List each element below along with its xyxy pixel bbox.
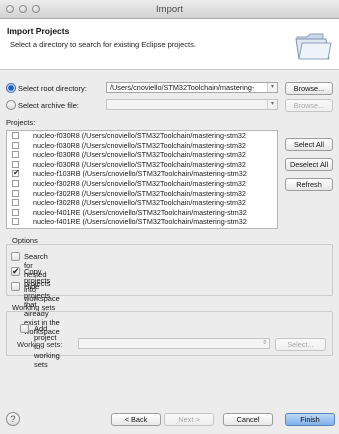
working-sets-combo[interactable]: ⇕ <box>78 338 270 349</box>
project-list-item[interactable]: nucleo-f030R8 (/Users/cnoviello/STM32Too… <box>7 131 277 141</box>
options-group: Search for nested projects Copy projects… <box>6 244 333 336</box>
projects-label: Projects: <box>6 118 36 127</box>
project-list-item[interactable]: nucleo-f302R8 (/Users/cnoviello/STM32Too… <box>7 198 277 208</box>
deselect-all-button[interactable]: Deselect All <box>285 158 333 171</box>
project-checkbox[interactable] <box>12 199 19 207</box>
folder-icon <box>295 33 332 60</box>
next-button[interactable]: Next > <box>164 413 214 426</box>
hide-existing-checkbox[interactable] <box>11 282 20 291</box>
select-all-button[interactable]: Select All <box>285 138 333 151</box>
projects-list[interactable]: nucleo-f030R8 (/Users/cnoviello/STM32Too… <box>6 130 278 229</box>
project-list-item[interactable]: nucleo-f401RE (/Users/cnoviello/STM32Too… <box>7 217 277 227</box>
root-directory-value: /Users/cnoviello/STM32Toolchain/masterin… <box>110 83 255 92</box>
project-label: nucleo-f030R8 (/Users/cnoviello/STM32Too… <box>33 150 246 160</box>
dropdown-arrow-icon[interactable]: ▾ <box>267 100 277 109</box>
working-sets-label: Working sets: <box>17 340 63 349</box>
root-directory-combo[interactable]: /Users/cnoviello/STM32Toolchain/masterin… <box>106 82 278 93</box>
project-checkbox[interactable] <box>12 151 19 159</box>
project-label: nucleo-f401RE (/Users/cnoviello/STM32Too… <box>33 207 247 217</box>
project-checkbox[interactable] <box>12 168 20 178</box>
cancel-button[interactable]: Cancel <box>223 413 273 426</box>
archive-file-label: Select archive file: <box>18 101 79 110</box>
project-list-item[interactable]: nucleo-f401RE (/Users/cnoviello/STM32Too… <box>7 208 277 218</box>
browse-directory-button[interactable]: Browse... <box>285 82 333 95</box>
project-label: nucleo-f030R8 (/Users/cnoviello/STM32Too… <box>33 131 246 140</box>
project-checkbox[interactable] <box>12 208 19 216</box>
browse-archive-button[interactable]: Browse... <box>285 99 333 112</box>
project-checkbox[interactable] <box>12 160 19 168</box>
finish-button[interactable]: Finish <box>285 413 335 426</box>
project-list-item[interactable]: nucleo-f030R8 (/Users/cnoviello/STM32Too… <box>7 150 277 160</box>
back-button[interactable]: < Back <box>111 413 161 426</box>
archive-file-radio[interactable] <box>6 100 16 110</box>
project-list-item[interactable]: nucleo-f030R8 (/Users/cnoviello/STM32Too… <box>7 141 277 151</box>
title-bar: Import <box>0 0 339 19</box>
project-checkbox[interactable] <box>12 141 19 149</box>
archive-file-row: Select archive file: ▾ Browse... <box>0 96 339 116</box>
project-label: nucleo-f401RE (/Users/cnoviello/STM32Too… <box>33 217 247 227</box>
add-to-working-sets-checkbox[interactable] <box>20 324 29 333</box>
page-description: Select a directory to search for existin… <box>10 40 196 49</box>
project-label: nucleo-f103RB (/Users/cnoviello/STM32Too… <box>33 169 247 179</box>
import-window: Import Import Projects Select a director… <box>0 0 339 434</box>
stepper-arrows-icon[interactable]: ⇕ <box>260 339 269 348</box>
copy-projects-checkbox[interactable] <box>11 266 20 277</box>
project-list-item[interactable]: nucleo-f302R8 (/Users/cnoviello/STM32Too… <box>7 179 277 189</box>
project-label: nucleo-f302R8 (/Users/cnoviello/STM32Too… <box>33 178 246 188</box>
project-checkbox[interactable] <box>12 132 19 139</box>
project-checkbox[interactable] <box>12 179 19 187</box>
project-label: nucleo-f030R8 (/Users/cnoviello/STM32Too… <box>33 140 246 150</box>
project-list-item[interactable]: nucleo-f103RB (/Users/cnoviello/STM32Too… <box>7 168 277 179</box>
archive-file-combo[interactable]: ▾ <box>106 99 278 110</box>
select-working-sets-button[interactable]: Select... <box>275 338 326 351</box>
wizard-header: Import Projects Select a directory to se… <box>0 19 339 70</box>
dropdown-arrow-icon[interactable]: ▾ <box>267 83 277 92</box>
window-title: Import <box>156 4 183 15</box>
project-list-item[interactable]: nucleo-f030R8 (/Users/cnoviello/STM32Too… <box>7 160 277 170</box>
project-label: nucleo-f302R8 (/Users/cnoviello/STM32Too… <box>33 198 246 208</box>
project-checkbox[interactable] <box>12 218 19 226</box>
nested-projects-checkbox[interactable] <box>11 252 20 261</box>
page-title: Import Projects <box>7 26 70 36</box>
refresh-button[interactable]: Refresh <box>285 178 333 191</box>
working-sets-group: Add project to working sets Working sets… <box>6 311 333 369</box>
project-label: nucleo-f030R8 (/Users/cnoviello/STM32Too… <box>33 159 246 169</box>
project-label: nucleo-f302R8 (/Users/cnoviello/STM32Too… <box>33 188 246 198</box>
project-checkbox[interactable] <box>12 189 19 197</box>
root-directory-radio[interactable] <box>6 83 16 93</box>
help-button[interactable]: ? <box>6 412 20 426</box>
project-list-item[interactable]: nucleo-f302R8 (/Users/cnoviello/STM32Too… <box>7 189 277 199</box>
root-directory-label: Select root directory: <box>18 84 87 93</box>
